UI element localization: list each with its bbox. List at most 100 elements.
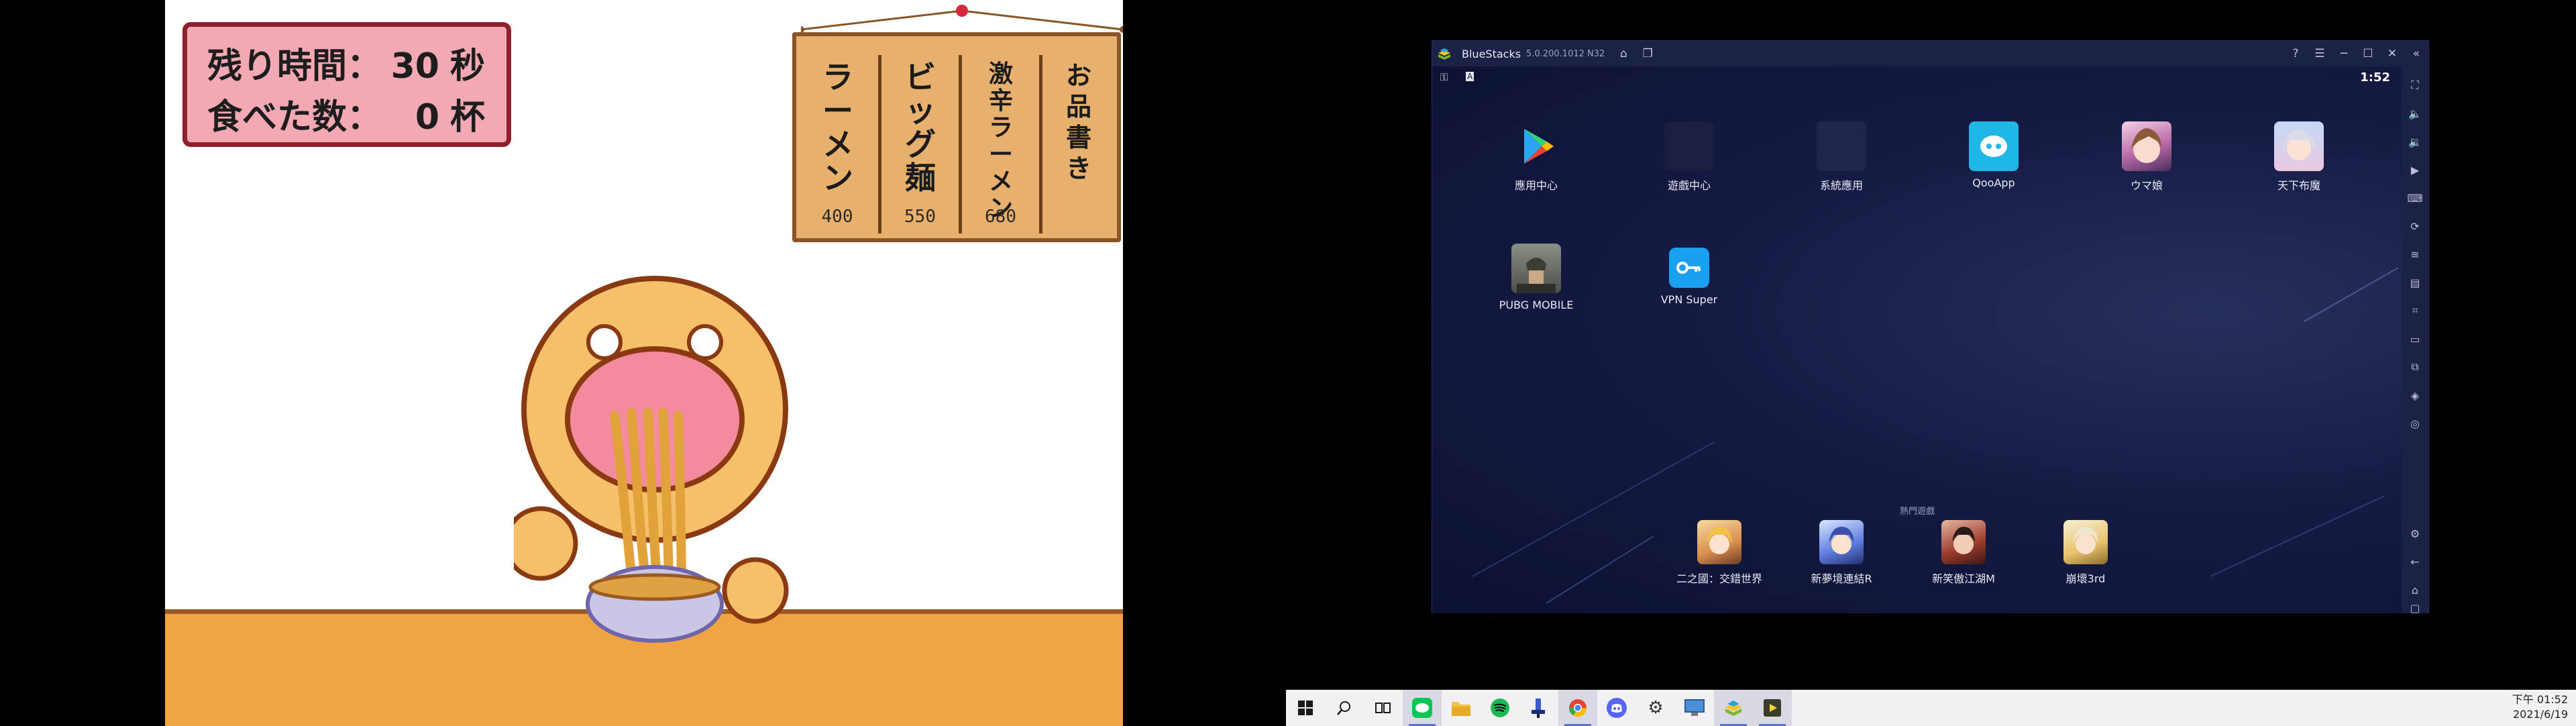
app-label: 新夢境連結R	[1811, 572, 1872, 585]
app-vpn-super[interactable]: VPN Super	[1629, 244, 1750, 306]
system-tray-clock[interactable]: 下午 01:52 2021/6/19	[2512, 692, 2568, 722]
folder-icon[interactable]: ▭	[2407, 331, 2423, 347]
maximize-icon[interactable]: ☐	[2356, 41, 2380, 66]
rotate-icon[interactable]: ⟳	[2407, 218, 2423, 234]
window-version: 5.0.200.1012 N32	[1526, 48, 1605, 59]
menu-icon[interactable]: ☰	[2308, 41, 2332, 66]
system-apps-icon	[1817, 121, 1866, 171]
app-label: 二之國：交錯世界	[1676, 572, 1762, 585]
settings-icon[interactable]: ⚙	[1636, 690, 1675, 726]
keyboard-icon[interactable]: ⌨	[2407, 190, 2423, 206]
app-play-store[interactable]: 應用中心	[1476, 121, 1597, 193]
ni-no-kuni-icon	[1697, 520, 1741, 564]
app-game-center[interactable]: 遊戲中心	[1629, 121, 1750, 193]
settings-icon[interactable]: ⚙	[2407, 525, 2423, 541]
search-icon[interactable]	[1325, 690, 1364, 726]
bluestacks-icon[interactable]	[1714, 690, 1753, 726]
time-remaining: 残り時間： 30 秒	[207, 38, 486, 89]
ramen-eating-character	[514, 276, 789, 643]
volume-down-icon[interactable]: 🔉	[2407, 134, 2423, 150]
recent-apps-icon[interactable]: ▢	[2407, 602, 2423, 615]
dock-app-dream-link[interactable]: 新夢境連結R	[1774, 520, 1909, 586]
discord-icon[interactable]	[1597, 690, 1636, 726]
count-unit: 杯	[450, 97, 486, 138]
android-home-screen[interactable]: ⚿ A 1:52 應用中心 遊戲中心 系統應用 QooApp ウマ娘 天下布魔 …	[1432, 66, 2402, 613]
app-label: VPN Super	[1660, 293, 1718, 306]
help-icon[interactable]: ?	[2284, 41, 2308, 66]
dock-app-ni-no-kuni[interactable]: 二之國：交錯世界	[1652, 520, 1786, 586]
swordsman-icon	[1941, 520, 1986, 564]
window-title: BlueStacks	[1462, 47, 1521, 60]
count-label: 食べた数：	[207, 97, 382, 138]
layers-icon[interactable]: ◈	[2407, 387, 2423, 403]
app-label: 天下布魔	[2277, 179, 2320, 192]
eco-mode-icon[interactable]: ◎	[2407, 415, 2423, 431]
menu-item-price: 680	[985, 207, 1016, 227]
bluestacks-titlebar[interactable]: BlueStacks 5.0.200.1012 N32 ⌂ ❐ ? ☰ ─ ☐ …	[1432, 41, 2428, 66]
menu-item-price: 550	[904, 207, 936, 227]
app-label: 遊戲中心	[1667, 179, 1711, 192]
shake-icon[interactable]: ≋	[2407, 246, 2423, 262]
android-clock: 1:52	[2360, 70, 2390, 85]
windows-taskbar: ⚙ 下午 01:52 2021/6/19	[1286, 690, 2576, 726]
menu-item-price: 400	[821, 207, 853, 227]
taskbar-time: 下午 01:52	[2512, 693, 2568, 706]
menu-board: ラーメン 400 ビッグ麺 550 激辛ラーメン 680 お品書き	[792, 32, 1121, 242]
app-system-apps[interactable]: 系統應用	[1781, 121, 1902, 193]
remote-desktop-icon[interactable]	[1675, 690, 1714, 726]
multi-instance-sync-icon[interactable]: ⧉	[2407, 359, 2423, 375]
honkai-icon	[2063, 520, 2108, 564]
spotify-icon[interactable]	[1481, 690, 1519, 726]
tenka-fuma-icon	[2274, 121, 2324, 171]
paint-icon[interactable]	[1519, 690, 1558, 726]
android-statusbar: ⚿ A 1:52	[1432, 66, 2402, 87]
app-umamusume[interactable]: ウマ娘	[2086, 121, 2207, 193]
file-explorer-icon[interactable]	[1442, 690, 1481, 726]
count-value: 0	[415, 97, 439, 138]
volume-up-icon[interactable]: 🔈	[2407, 105, 2423, 121]
screenshot-icon[interactable]: ⌗	[2407, 303, 2423, 319]
bowls-eaten: 食べた数： 0 杯	[207, 89, 486, 140]
media-player-icon[interactable]	[1753, 690, 1792, 726]
app-label: ウマ娘	[2130, 179, 2163, 192]
menu-item: 激辛ラーメン 680	[962, 55, 1042, 234]
umamusume-icon	[2122, 121, 2171, 171]
app-label: PUBG MOBILE	[1499, 299, 1574, 311]
qooapp-icon	[1969, 121, 2019, 171]
bluestacks-window[interactable]: BlueStacks 5.0.200.1012 N32 ⌂ ❐ ? ☰ ─ ☐ …	[1432, 40, 2429, 615]
hot-games-label: 熱門遊戲	[1899, 507, 1935, 517]
time-label: 残り時間：	[207, 46, 382, 87]
collapse-sidebar-icon[interactable]: «	[2404, 41, 2428, 66]
dream-link-icon	[1819, 520, 1864, 564]
pubg-icon	[1511, 244, 1561, 293]
time-value: 30	[390, 46, 439, 87]
install-apk-icon[interactable]: ▤	[2407, 274, 2423, 291]
home-icon[interactable]: ⌂	[1611, 41, 1635, 66]
app-qooapp[interactable]: QooApp	[1933, 121, 2054, 189]
app-pubg-mobile[interactable]: PUBG MOBILE	[1476, 244, 1597, 311]
menu-item: お品書き	[1042, 55, 1117, 234]
vpn-key-status-icon: ⚿	[1440, 71, 1448, 83]
back-icon[interactable]: ←	[2407, 554, 2423, 570]
start-icon[interactable]	[1286, 690, 1325, 726]
multi-instance-icon[interactable]: ❐	[1635, 41, 1660, 66]
line-icon[interactable]	[1403, 690, 1442, 726]
android-home-icon[interactable]: ⌂	[2407, 582, 2423, 598]
minimize-icon[interactable]: ─	[2332, 41, 2356, 66]
bluestacks-sidebar: ⛶ 🔈 🔉 ▶ ⌨ ⟳ ≋ ▤ ⌗ ▭ ⧉ ◈ ◎ ⚙ ← ⌂ ▢	[2402, 66, 2428, 615]
app-tenka-fuma[interactable]: 天下布魔	[2239, 121, 2359, 193]
fullscreen-icon[interactable]: ⛶	[2407, 77, 2423, 93]
app-label: QooApp	[1972, 176, 2015, 189]
close-icon[interactable]: ✕	[2380, 41, 2404, 66]
chrome-icon[interactable]	[1558, 690, 1597, 726]
dock-app-honkai[interactable]: 崩壞3rd	[2019, 520, 2153, 586]
taskbar-date: 2021/6/19	[2512, 708, 2568, 721]
task-view-icon[interactable]	[1364, 690, 1403, 726]
game-hud: 残り時間： 30 秒 食べた数： 0 杯	[182, 22, 511, 147]
dock-app-swordsman[interactable]: 新笑傲江湖M	[1896, 520, 2031, 586]
menu-item-name: ラーメン	[822, 59, 853, 196]
menu-item-name: お品書き	[1065, 60, 1091, 183]
menu-item-name: ビッグ麺	[905, 59, 936, 196]
media-manager-icon[interactable]: ▶	[2407, 162, 2423, 178]
menu-item: ビッグ麺 550	[881, 55, 962, 234]
